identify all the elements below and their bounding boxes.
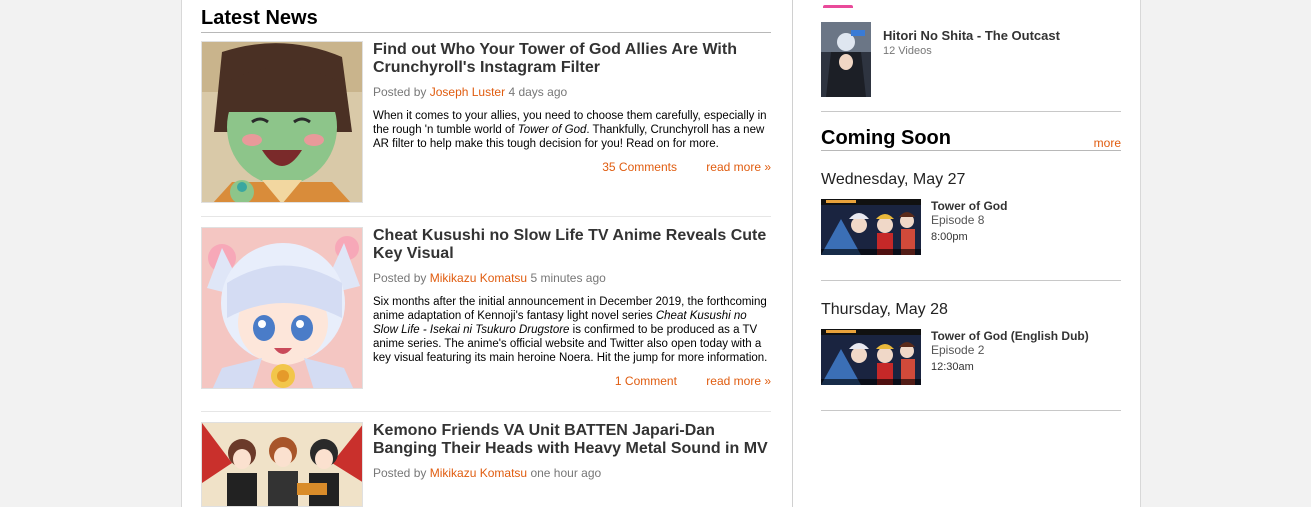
article-title[interactable]: Kemono Friends VA Unit BATTEN Japari-Dan… <box>373 422 771 458</box>
article-divider <box>201 216 771 217</box>
previous-item-thumbnail[interactable] <box>821 0 869 8</box>
schedule-day: Wednesday, May 27 <box>821 171 966 188</box>
posted-by-label: Posted by <box>373 271 427 285</box>
posted-by-label: Posted by <box>373 85 427 99</box>
article-meta: Posted by Mikikazu Komatsu one hour ago <box>373 466 771 480</box>
show-title[interactable]: Hitori No Shita - The Outcast <box>883 28 1060 43</box>
episode-thumbnail[interactable] <box>821 199 921 255</box>
article-divider <box>201 411 771 412</box>
schedule-episode[interactable]: Tower of God Episode 8 8:00pm <box>821 199 1121 257</box>
article-meta: Posted by Mikikazu Komatsu 5 minutes ago <box>373 271 771 285</box>
article-title[interactable]: Cheat Kusushi no Slow Life TV Anime Reve… <box>373 227 771 263</box>
episode-time: 12:30am <box>931 361 974 373</box>
excerpt-italic: Tower of God <box>517 124 587 136</box>
read-more-link[interactable]: read more » <box>706 160 771 174</box>
section-divider <box>821 111 1121 112</box>
read-more-link[interactable]: read more » <box>706 374 771 388</box>
post-time: 5 minutes ago <box>530 271 606 285</box>
article-links: 1 Comment read more » <box>373 374 771 388</box>
episode-title[interactable]: Tower of God <box>931 199 1007 213</box>
schedule-episode[interactable]: Tower of God (English Dub) Episode 2 12:… <box>821 329 1121 387</box>
show-thumbnail[interactable] <box>821 22 871 97</box>
show-video-count: 12 Videos <box>883 45 932 57</box>
posted-by-label: Posted by <box>373 466 427 480</box>
comments-link[interactable]: 35 Comments <box>602 160 677 174</box>
episode-thumbnail[interactable] <box>821 329 921 385</box>
latest-news-heading: Latest News <box>201 6 771 33</box>
article-excerpt: When it comes to your allies, you need t… <box>373 109 771 151</box>
column-divider <box>792 0 793 507</box>
coming-soon-header: Coming Soon more <box>821 126 1121 151</box>
article-meta: Posted by Joseph Luster 4 days ago <box>373 85 771 99</box>
episode-time: 8:00pm <box>931 231 968 243</box>
episode-title[interactable]: Tower of God (English Dub) <box>931 329 1089 343</box>
comments-link[interactable]: 1 Comment <box>615 374 677 388</box>
article-excerpt: Six months after the initial announcemen… <box>373 295 771 365</box>
page-content: Latest News Find out Who Your Tower of G… <box>181 0 1141 507</box>
post-time: one hour ago <box>530 466 602 480</box>
post-time: 4 days ago <box>508 85 568 99</box>
article-links: 35 Comments read more » <box>373 160 771 174</box>
article-thumbnail[interactable] <box>201 41 363 203</box>
author-link[interactable]: Joseph Luster <box>430 85 505 99</box>
coming-soon-more-link[interactable]: more <box>1094 136 1121 150</box>
schedule-day: Thursday, May 28 <box>821 301 948 318</box>
article-thumbnail[interactable] <box>201 227 363 389</box>
author-link[interactable]: Mikikazu Komatsu <box>430 271 527 285</box>
section-divider <box>821 280 1121 281</box>
episode-number: Episode 2 <box>931 343 985 357</box>
episode-number: Episode 8 <box>931 213 985 227</box>
coming-soon-heading: Coming Soon <box>821 127 951 149</box>
section-divider <box>821 410 1121 411</box>
show-item[interactable]: Hitori No Shita - The Outcast 12 Videos <box>821 22 1121 98</box>
article-thumbnail[interactable] <box>201 422 363 507</box>
author-link[interactable]: Mikikazu Komatsu <box>430 466 527 480</box>
article-title[interactable]: Find out Who Your Tower of God Allies Ar… <box>373 41 771 77</box>
